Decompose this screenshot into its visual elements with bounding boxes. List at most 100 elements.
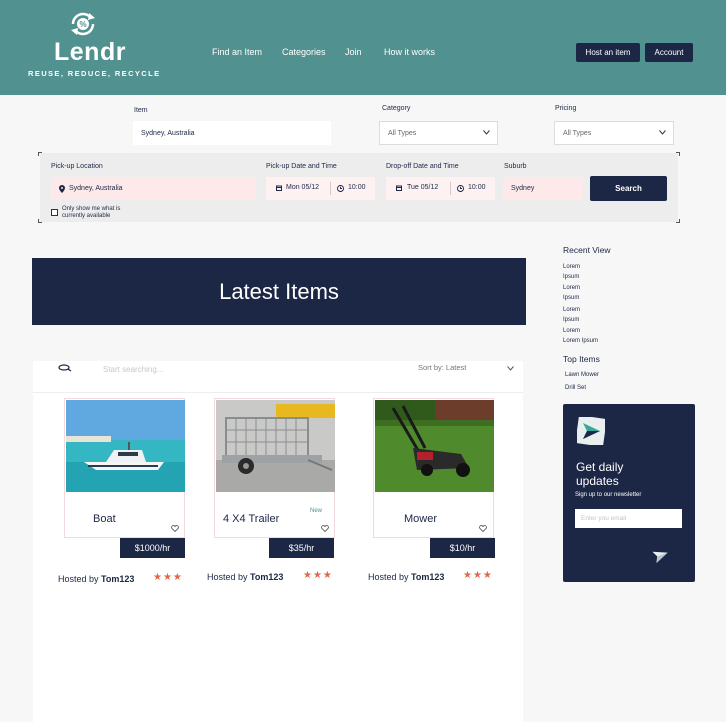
recent-item-line: Lorem Ipsum bbox=[563, 338, 599, 344]
pickup-date: Mon 05/12 bbox=[286, 184, 320, 191]
hosted-by: Hosted by Tom123 bbox=[207, 572, 283, 582]
clock-icon bbox=[457, 185, 464, 192]
item-input-value: Sydney, Australia bbox=[141, 129, 195, 137]
recent-item-line: Ipsum bbox=[563, 274, 580, 280]
search-divider bbox=[33, 392, 523, 393]
newsletter-subtitle: Sign up to our newsletter bbox=[575, 492, 642, 498]
recent-item-line: Lorem bbox=[563, 285, 581, 291]
recent-item[interactable]: Lorem Ipsum bbox=[563, 283, 580, 303]
paper-plane-icon[interactable] bbox=[652, 547, 670, 563]
category-select-value: All Types bbox=[388, 129, 417, 137]
heart-icon[interactable] bbox=[321, 525, 329, 532]
top-item[interactable]: Lawn Mower bbox=[565, 370, 599, 380]
account-button[interactable]: Account bbox=[645, 43, 693, 62]
location-pin-icon bbox=[59, 184, 65, 193]
brand-name[interactable]: Lendr bbox=[54, 38, 126, 67]
percent-recycle-icon: % bbox=[71, 12, 95, 36]
nav-how-it-works[interactable]: How it works bbox=[384, 47, 435, 57]
dropoff-time: 10:00 bbox=[468, 184, 486, 191]
host-name[interactable]: Tom123 bbox=[101, 574, 134, 584]
recent-item[interactable]: Lorem Ipsum bbox=[563, 262, 580, 282]
corner-mark bbox=[38, 219, 42, 223]
brand-tagline: REUSE, REDUCE, RECYCLE bbox=[28, 69, 161, 78]
host-name[interactable]: Tom123 bbox=[250, 572, 283, 582]
clock-icon bbox=[337, 185, 344, 192]
banner-title: Latest Items bbox=[219, 278, 339, 304]
item-card-boat[interactable]: Boat bbox=[64, 398, 185, 538]
item-title: Boat bbox=[93, 513, 116, 525]
header-bar: % Lendr REUSE, REDUCE, RECYCLE Find an I… bbox=[0, 0, 726, 95]
hosted-prefix: Hosted by bbox=[207, 572, 248, 582]
recent-view-title: Recent View bbox=[563, 245, 611, 255]
newsletter-title-line: Get daily bbox=[576, 460, 624, 474]
recent-item-line: Ipsum bbox=[563, 317, 580, 323]
hosted-prefix: Hosted by bbox=[368, 572, 409, 582]
divider bbox=[330, 182, 331, 195]
hosted-prefix: Hosted by bbox=[58, 574, 99, 584]
newsletter-title-line: updates bbox=[576, 474, 619, 488]
price-tag: $10/hr bbox=[430, 538, 495, 558]
suburb-label: Suburb bbox=[504, 163, 527, 170]
item-title: 4 X4 Trailer bbox=[223, 513, 280, 525]
rating-stars: ★★★ bbox=[303, 570, 333, 581]
suburb-input[interactable]: Sydney bbox=[503, 177, 583, 200]
heart-icon[interactable] bbox=[171, 525, 179, 532]
boat-image bbox=[66, 400, 185, 492]
item-card-mower[interactable]: Mower bbox=[373, 398, 494, 538]
rating-stars: ★★★ bbox=[153, 572, 183, 583]
svg-text:%: % bbox=[79, 20, 86, 29]
top-item[interactable]: Drill Set bbox=[565, 383, 586, 393]
host-item-button[interactable]: Host an item bbox=[576, 43, 640, 62]
item-card-trailer[interactable]: New 4 X4 Trailer bbox=[214, 398, 335, 538]
nav-find-an-item[interactable]: Find an Item bbox=[212, 47, 262, 57]
category-select[interactable]: All Types bbox=[379, 121, 498, 145]
corner-mark bbox=[676, 152, 680, 156]
newsletter-panel: Get daily updates Sign up to our newslet… bbox=[563, 404, 695, 582]
chevron-down-icon bbox=[659, 130, 666, 135]
hosted-by: Hosted by Tom123 bbox=[368, 572, 444, 582]
pricing-select[interactable]: All Types bbox=[554, 121, 674, 145]
recent-item-line: Ipsum bbox=[563, 295, 580, 301]
mower-image bbox=[375, 400, 494, 492]
pricing-label: Pricing bbox=[555, 105, 577, 112]
latest-items-banner: Latest Items bbox=[32, 258, 526, 325]
price-tag: $35/hr bbox=[269, 538, 334, 558]
item-label: Item bbox=[134, 107, 148, 114]
results-search-input[interactable]: Start searching... bbox=[103, 365, 163, 374]
dropoff-datetime-input[interactable]: Tue 05/12 10:00 bbox=[386, 177, 495, 200]
pickup-datetime-input[interactable]: Mon 05/12 10:00 bbox=[266, 177, 375, 200]
trailer-image bbox=[216, 400, 335, 492]
recent-item[interactable]: Lorem Ipsum bbox=[563, 305, 580, 325]
new-badge: New bbox=[310, 508, 323, 514]
pricing-select-value: All Types bbox=[563, 129, 592, 137]
paper-plane-logo-icon bbox=[577, 417, 605, 445]
pickup-location-input[interactable]: Sydney, Australia bbox=[51, 177, 256, 200]
corner-mark bbox=[676, 219, 680, 223]
recent-item-line: Lorem bbox=[563, 328, 581, 334]
heart-icon[interactable] bbox=[479, 525, 487, 532]
host-name[interactable]: Tom123 bbox=[411, 572, 444, 582]
pickup-time: 10:00 bbox=[348, 184, 366, 191]
search-icon[interactable] bbox=[58, 364, 72, 372]
chevron-down-icon[interactable] bbox=[507, 366, 514, 371]
divider bbox=[450, 182, 451, 195]
rating-stars: ★★★ bbox=[463, 570, 493, 581]
nav-categories[interactable]: Categories bbox=[282, 47, 326, 57]
recent-item[interactable]: Lorem Lorem Ipsum bbox=[563, 326, 598, 346]
available-only-checkbox[interactable] bbox=[51, 209, 58, 216]
recent-item-line: Lorem bbox=[563, 307, 581, 313]
price-tag: $1000/hr bbox=[120, 538, 185, 558]
item-input[interactable]: Sydney, Australia bbox=[133, 121, 331, 145]
newsletter-email-input[interactable]: Enter you email bbox=[575, 509, 682, 528]
suburb-value: Sydney bbox=[511, 185, 535, 192]
top-items-title: Top Items bbox=[563, 354, 600, 364]
calendar-icon bbox=[396, 185, 402, 191]
page: % Lendr REUSE, REDUCE, RECYCLE Find an I… bbox=[0, 0, 726, 722]
nav-join[interactable]: Join bbox=[345, 47, 362, 57]
item-title: Mower bbox=[404, 513, 438, 525]
pickup-location-label: Pick-up Location bbox=[51, 163, 103, 170]
sort-select[interactable]: Sort by: Latest bbox=[418, 363, 466, 372]
calendar-icon bbox=[276, 185, 282, 191]
pickup-location-value: Sydney, Australia bbox=[69, 185, 123, 192]
search-button[interactable]: Search bbox=[590, 176, 667, 201]
